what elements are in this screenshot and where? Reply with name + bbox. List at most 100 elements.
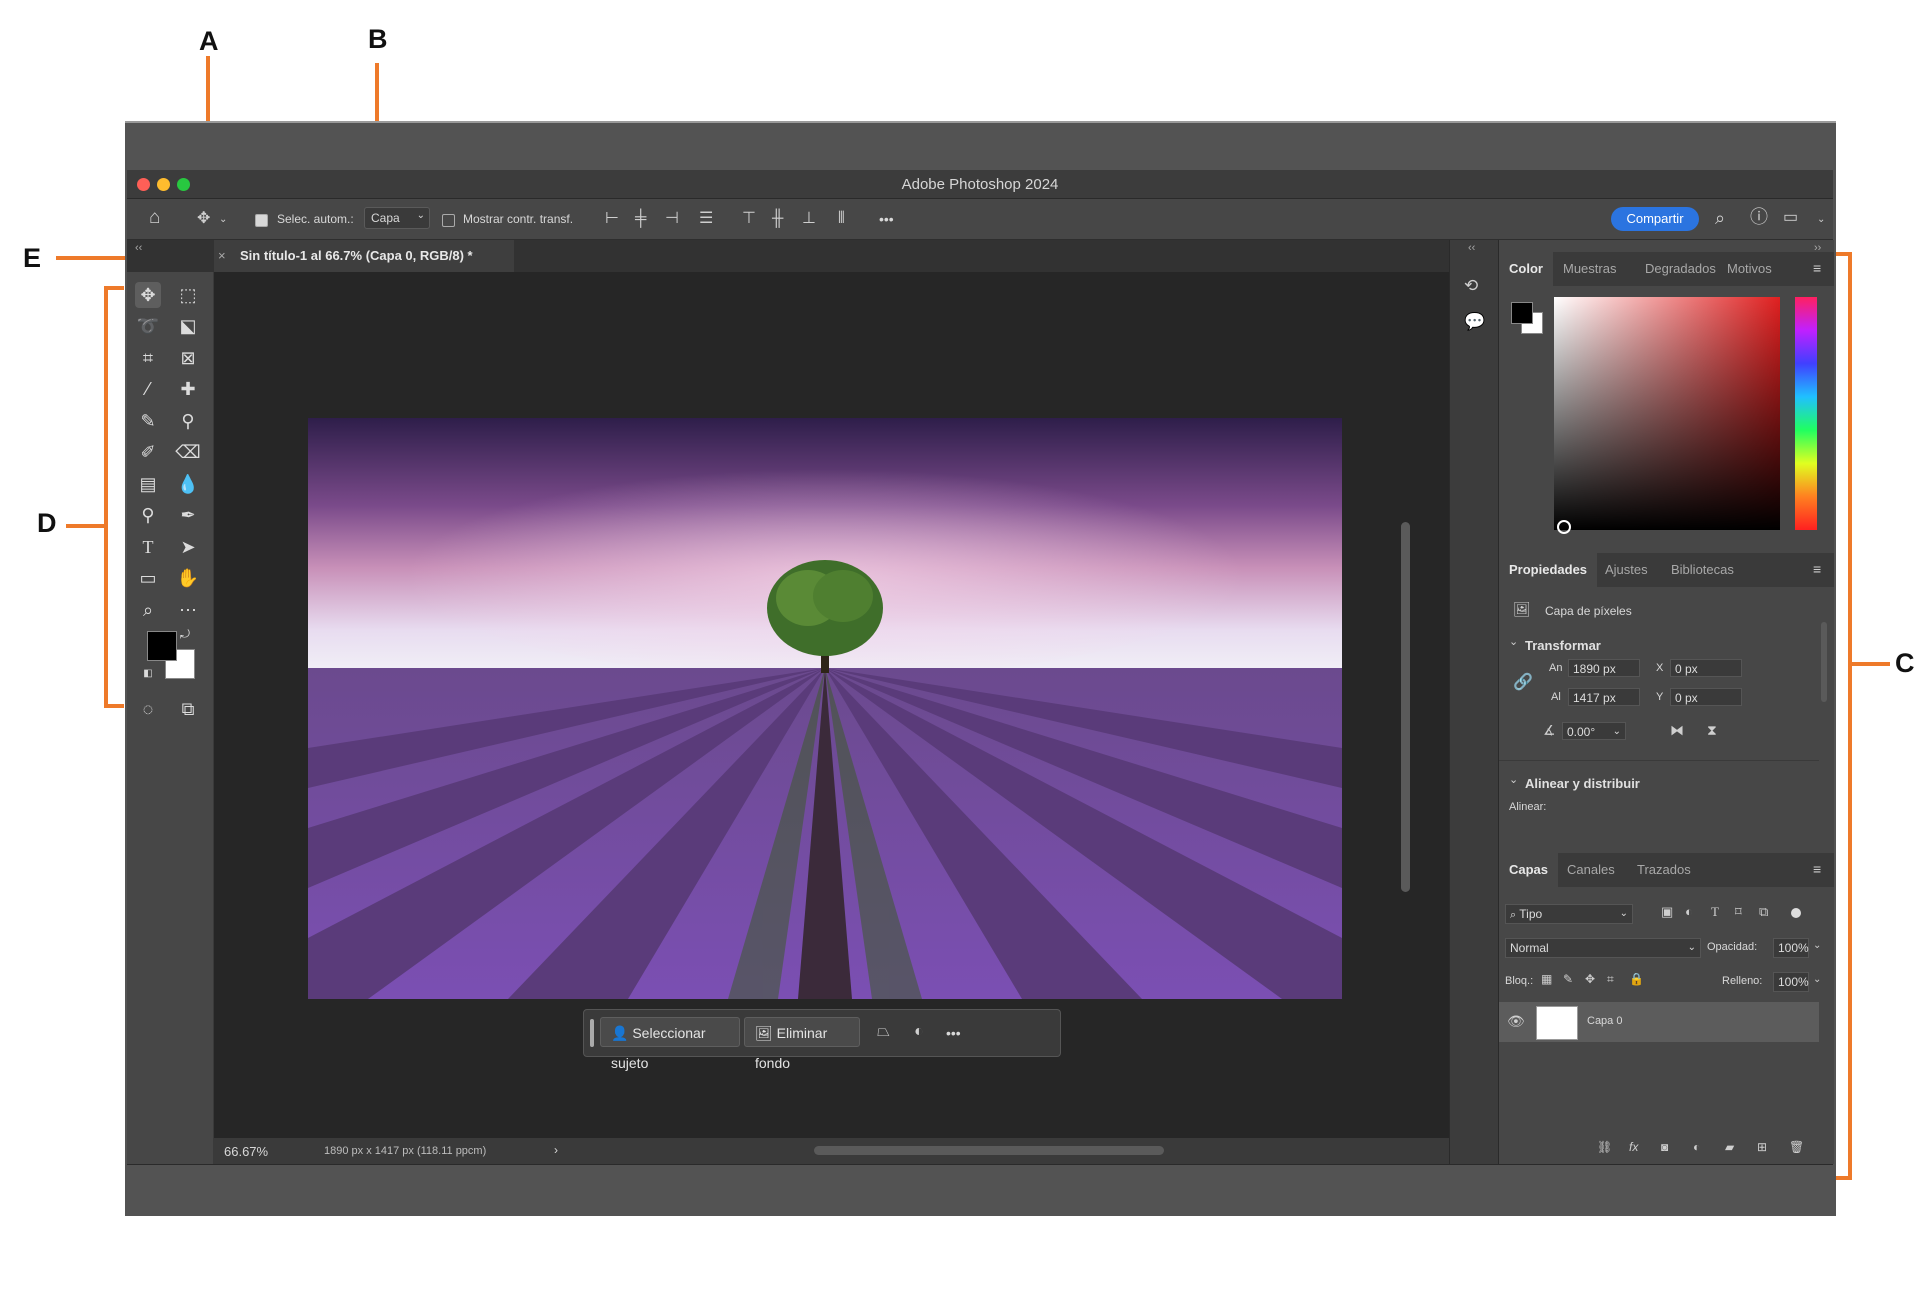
flip-vertical-icon[interactable]: ⧗ bbox=[1707, 722, 1717, 739]
opacity-field[interactable]: 100% bbox=[1773, 938, 1809, 958]
zoom-tool-icon[interactable]: ⌕ bbox=[135, 597, 161, 623]
comments-panel-icon[interactable]: 💬 bbox=[1464, 312, 1485, 332]
lasso-tool-icon[interactable]: ➰ bbox=[135, 313, 161, 339]
align-right-icon[interactable]: ⊣ bbox=[665, 211, 679, 227]
filter-pixel-icon[interactable]: ▣ bbox=[1661, 904, 1673, 920]
transform-icon[interactable]: ⏢ bbox=[877, 1024, 890, 1040]
auto-select-checkbox[interactable] bbox=[255, 214, 268, 227]
chevron-down-icon[interactable]: ⌄ bbox=[1817, 212, 1825, 228]
help-icon[interactable]: ⓘ bbox=[1750, 208, 1768, 226]
type-tool-icon[interactable]: T bbox=[135, 534, 161, 560]
distribute-horizontal-icon[interactable]: ⫴ bbox=[838, 211, 845, 227]
panel-menu-icon[interactable]: ≡ bbox=[1813, 561, 1821, 577]
align-top-icon[interactable]: ⊤ bbox=[742, 211, 756, 227]
healing-brush-icon[interactable]: ✚ bbox=[175, 376, 201, 402]
new-group-icon[interactable]: ▰ bbox=[1725, 1140, 1734, 1154]
chevron-down-icon[interactable]: ⌄ bbox=[1509, 635, 1518, 648]
more-actions-icon[interactable]: ••• bbox=[946, 1025, 961, 1041]
tab-properties[interactable]: Propiedades bbox=[1499, 553, 1598, 587]
horizontal-scrollbar[interactable] bbox=[814, 1146, 1164, 1155]
status-menu-arrow[interactable]: › bbox=[554, 1143, 558, 1157]
width-field[interactable]: 1890 px bbox=[1568, 659, 1640, 677]
lock-all-icon[interactable]: 🔒 bbox=[1629, 972, 1644, 986]
dodge-tool-icon[interactable]: ⚲ bbox=[135, 502, 161, 528]
history-panel-icon[interactable]: ⟲ bbox=[1464, 276, 1478, 296]
hand-tool-icon[interactable]: ✋ bbox=[175, 565, 201, 591]
vertical-scrollbar[interactable] bbox=[1401, 522, 1410, 892]
filter-type-icon[interactable]: T bbox=[1711, 904, 1719, 920]
object-selection-icon[interactable]: ⬕ bbox=[175, 313, 201, 339]
adjustment-icon[interactable]: ◐ bbox=[914, 1024, 924, 1040]
color-picker-handle[interactable] bbox=[1557, 520, 1571, 534]
angle-field[interactable]: 0.00° ⌄ bbox=[1562, 722, 1626, 740]
distribute-vertical-icon[interactable]: ☰ bbox=[699, 211, 713, 227]
pen-tool-icon[interactable]: ✒ bbox=[175, 502, 201, 528]
tab-patterns[interactable]: Motivos bbox=[1717, 252, 1782, 286]
select-subject-button[interactable]: 👤 Seleccionar sujeto bbox=[600, 1017, 740, 1071]
collapse-panels-icon[interactable]: ‹‹ bbox=[1468, 242, 1475, 254]
y-field[interactable]: 0 px bbox=[1670, 688, 1742, 706]
filter-shape-icon[interactable]: ⌑ bbox=[1735, 904, 1742, 920]
tab-channels[interactable]: Canales bbox=[1557, 853, 1625, 887]
hue-slider[interactable] bbox=[1795, 297, 1817, 530]
layer-row[interactable]: 👁 Capa 0 bbox=[1499, 1002, 1819, 1042]
brush-tool-icon[interactable]: ✎ bbox=[135, 408, 161, 434]
collapse-tools-icon[interactable]: ‹‹ bbox=[135, 242, 142, 254]
tab-libraries[interactable]: Bibliotecas bbox=[1661, 553, 1744, 587]
new-layer-icon[interactable]: ⊞ bbox=[1757, 1140, 1767, 1154]
align-horizontal-center-icon[interactable]: ╪ bbox=[635, 211, 646, 227]
foreground-color-swatch[interactable] bbox=[147, 631, 177, 661]
color-foreground-swatch[interactable] bbox=[1511, 302, 1533, 324]
tab-paths[interactable]: Trazados bbox=[1627, 853, 1701, 887]
search-icon[interactable]: ⌕ bbox=[1715, 209, 1725, 227]
panel-menu-icon[interactable]: ≡ bbox=[1813, 260, 1821, 276]
default-colors-icon[interactable]: ◧ bbox=[141, 667, 155, 681]
gradient-tool-icon[interactable]: ▤ bbox=[135, 471, 161, 497]
crop-tool-icon[interactable]: ⌗ bbox=[135, 345, 161, 371]
rectangle-tool-icon[interactable]: ▭ bbox=[135, 565, 161, 591]
delete-layer-icon[interactable]: 🗑 bbox=[1789, 1140, 1804, 1154]
height-field[interactable]: 1417 px bbox=[1568, 688, 1640, 706]
eyedropper-icon[interactable]: ⁄ bbox=[135, 376, 161, 402]
screen-mode-icon[interactable]: ⧉ bbox=[175, 696, 201, 722]
filter-adjustment-icon[interactable]: ◐ bbox=[1685, 904, 1693, 919]
fill-field[interactable]: 100% bbox=[1773, 972, 1809, 992]
frame-tool-icon[interactable]: ⊠ bbox=[175, 345, 201, 371]
adjustment-layer-icon[interactable]: ◐ bbox=[1693, 1140, 1700, 1154]
more-tools-icon[interactable]: ⋯ bbox=[175, 597, 201, 623]
tab-gradients[interactable]: Degradados bbox=[1635, 252, 1726, 286]
swap-colors-icon[interactable]: ⤾ bbox=[177, 626, 193, 642]
remove-background-button[interactable]: 🖼 Eliminar fondo bbox=[744, 1017, 860, 1071]
auto-select-dropdown[interactable]: Capa ⌄ bbox=[364, 207, 430, 229]
chevron-down-icon[interactable]: ⌄ bbox=[1813, 974, 1821, 985]
layer-filter-select[interactable]: ⌕ Tipo ⌄ bbox=[1505, 904, 1633, 924]
tab-adjustments[interactable]: Ajustes bbox=[1595, 553, 1658, 587]
more-options-icon[interactable]: ••• bbox=[879, 211, 894, 227]
tab-layers[interactable]: Capas bbox=[1499, 853, 1559, 887]
quick-mask-icon[interactable]: ◌ bbox=[135, 696, 161, 722]
align-vertical-center-icon[interactable]: ╫ bbox=[772, 211, 783, 227]
link-dimensions-icon[interactable]: 🔗 bbox=[1513, 672, 1533, 692]
filter-smart-object-icon[interactable]: ⧉ bbox=[1759, 904, 1768, 920]
panel-menu-icon[interactable]: ≡ bbox=[1813, 861, 1821, 877]
chevron-down-icon[interactable]: ⌄ bbox=[1509, 773, 1518, 786]
link-layers-icon[interactable]: ⛓ bbox=[1597, 1140, 1612, 1154]
layer-style-icon[interactable]: fx bbox=[1629, 1140, 1638, 1154]
blur-tool-icon[interactable]: 💧 bbox=[175, 471, 201, 497]
tab-swatches[interactable]: Muestras bbox=[1553, 252, 1626, 286]
workspace-icon[interactable]: ▭ bbox=[1783, 210, 1798, 226]
lock-transparent-icon[interactable]: ▦ bbox=[1541, 972, 1552, 986]
rectangular-marquee-icon[interactable]: ⬚ bbox=[175, 282, 201, 308]
lavender-field-image[interactable] bbox=[308, 418, 1342, 999]
home-icon[interactable]: ⌂ bbox=[149, 208, 160, 227]
zoom-level[interactable]: 66.67% bbox=[224, 1144, 268, 1159]
align-left-icon[interactable]: ⊢ bbox=[605, 211, 619, 227]
visibility-eye-icon[interactable]: 👁 bbox=[1507, 1013, 1525, 1030]
share-button[interactable]: Compartir bbox=[1611, 207, 1699, 231]
clone-stamp-icon[interactable]: ⚲ bbox=[175, 408, 201, 434]
eraser-icon[interactable]: ⌫ bbox=[175, 439, 201, 465]
color-picker-field[interactable] bbox=[1554, 297, 1780, 530]
layer-mask-icon[interactable]: ◙ bbox=[1661, 1140, 1668, 1154]
filter-toggle[interactable] bbox=[1791, 908, 1801, 918]
chevron-down-icon[interactable]: ⌄ bbox=[1813, 940, 1821, 951]
